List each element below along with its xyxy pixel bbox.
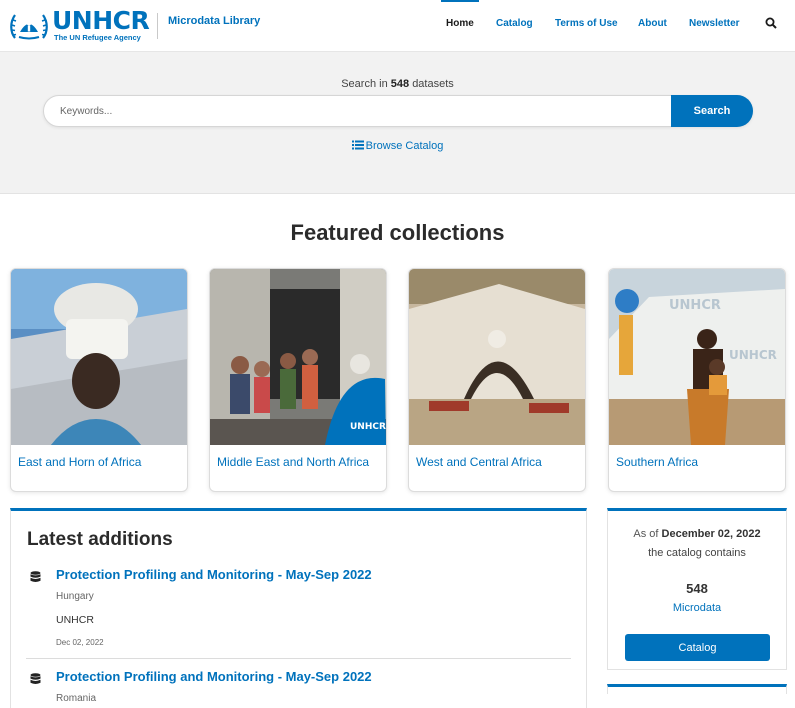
latest-additions-panel: Latest additions Protection Profiling an…	[10, 508, 587, 708]
search-count-number: 548	[390, 78, 410, 90]
collection-label: Southern Africa	[616, 455, 699, 469]
list-divider	[26, 658, 571, 659]
collection-label: Middle East and North Africa	[217, 455, 370, 469]
collection-photo	[409, 269, 585, 445]
stats-as-of: As of December 02, 2022	[608, 528, 786, 540]
browse-catalog-link[interactable]: Browse Catalog	[0, 140, 795, 152]
collection-card-west-central-africa[interactable]: West and Central Africa	[408, 268, 586, 492]
site-title[interactable]: Microdata Library	[168, 15, 260, 27]
dataset-title-link[interactable]: Protection Profiling and Monitoring - Ma…	[56, 669, 372, 684]
stats-dataset-count: 548	[686, 581, 708, 596]
dataset-title-link[interactable]: Protection Profiling and Monitoring - Ma…	[56, 567, 372, 582]
collection-card-southern-africa[interactable]: UNHCR UNHCR Southern Africa	[608, 268, 786, 492]
featured-collections-title: Featured collections	[290, 220, 505, 245]
dataset-country: Hungary	[56, 591, 94, 602]
nav-terms-of-use[interactable]: Terms of Use	[555, 18, 618, 29]
collection-photo	[11, 269, 187, 445]
collection-label: West and Central Africa	[416, 455, 542, 469]
search-input[interactable]	[60, 96, 660, 126]
svg-text:UNHCR: UNHCR	[669, 298, 721, 313]
collection-label: East and Horn of Africa	[18, 455, 142, 469]
search-count-prefix: Search in	[341, 78, 388, 90]
search-count-suffix: datasets	[412, 78, 454, 90]
stats-as-of-date: December 02, 2022	[661, 528, 761, 540]
logo-divider	[157, 13, 158, 39]
dataset-organization: UNHCR	[56, 614, 94, 626]
collection-card-east-horn-africa[interactable]: East and Horn of Africa	[10, 268, 188, 492]
database-icon	[30, 673, 41, 684]
nav-newsletter[interactable]: Newsletter	[689, 18, 740, 29]
unhcr-emblem-icon	[10, 14, 48, 40]
search-button[interactable]: Search	[671, 95, 753, 127]
stats-as-of-prefix: As of	[633, 528, 659, 540]
dataset-country: Romania	[56, 693, 97, 704]
stats-contains-text: the catalog contains	[648, 547, 746, 559]
list-icon	[351, 140, 364, 150]
svg-text:UNHCR: UNHCR	[350, 422, 386, 432]
dataset-date: Dec 02, 2022	[56, 638, 104, 647]
logo-text: UNHCR The UN Refugee Agency	[52, 6, 150, 42]
nav-active-indicator	[441, 0, 479, 2]
site-header: UNHCR The UN Refugee Agency Microdata Li…	[0, 0, 795, 52]
catalog-button[interactable]: Catalog	[625, 634, 770, 661]
search-box: Search	[43, 95, 753, 127]
search-dataset-count: Search in 548 datasets	[0, 78, 795, 90]
unhcr-logo[interactable]: UNHCR The UN Refugee Agency	[9, 6, 150, 42]
browse-catalog-label: Browse Catalog	[365, 140, 444, 152]
collection-photo: UNHCR	[210, 269, 386, 445]
collection-photo: UNHCR UNHCR	[609, 269, 785, 445]
nav-about[interactable]: About	[638, 18, 667, 29]
latest-additions-title: Latest additions	[27, 529, 173, 550]
logo-wordmark: UNHCR	[52, 6, 150, 35]
nav-catalog[interactable]: Catalog	[496, 18, 533, 29]
nav-home[interactable]: Home	[446, 18, 474, 29]
stats-microdata-link[interactable]: Microdata	[608, 602, 786, 614]
search-icon[interactable]	[765, 17, 777, 29]
database-icon	[30, 571, 41, 582]
catalog-stats-panel: As of December 02, 2022 the catalog cont…	[607, 508, 787, 670]
collection-card-middle-east-north-africa[interactable]: UNHCR Middle East and North Africa	[209, 268, 387, 492]
secondary-panel	[607, 684, 787, 694]
search-section: Search in 548 datasets Search Browse Cat…	[0, 52, 795, 194]
logo-tagline: The UN Refugee Agency	[54, 33, 141, 42]
svg-text:UNHCR: UNHCR	[729, 348, 777, 362]
